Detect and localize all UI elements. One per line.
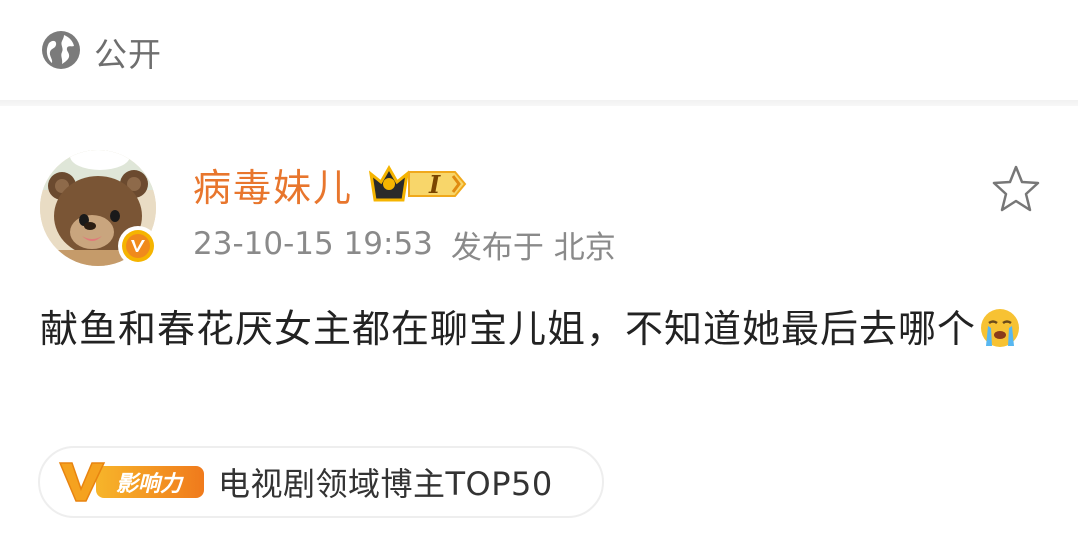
- influence-logo: 影响力: [58, 457, 208, 507]
- influence-label: 电视剧领域博主TOP50: [218, 465, 553, 503]
- post-timestamp: 23-10-15 19:53: [193, 226, 433, 262]
- post-text: 献鱼和春花厌女主都在聊宝儿姐，不知道她最后去哪个: [40, 307, 977, 351]
- weibo-post-screen: 公开 病毒妹儿 I 23-10-15 19:53 发布于 北京 献鱼和春花厌女主…: [0, 0, 1078, 550]
- section-divider: [0, 100, 1078, 106]
- influence-tag[interactable]: 影响力 电视剧领域博主TOP50: [38, 446, 604, 518]
- post-source: 发布于 北京: [450, 229, 616, 266]
- crown-level-badge[interactable]: I: [369, 162, 469, 206]
- star-outline-icon: [992, 165, 1040, 212]
- influence-logo-text: 影响力: [116, 472, 183, 497]
- post-body: 献鱼和春花厌女主都在聊宝儿姐，不知道她最后去哪个: [40, 298, 1040, 368]
- crown-icon: [369, 164, 467, 202]
- username[interactable]: 病毒妹儿: [193, 157, 353, 212]
- visibility-indicator[interactable]: 公开: [40, 28, 162, 76]
- globe-icon: [40, 29, 82, 75]
- level-badge-text: I: [429, 169, 441, 199]
- favorite-button[interactable]: [990, 163, 1042, 215]
- visibility-label: 公开: [94, 35, 162, 74]
- author-row: 病毒妹儿 I: [193, 158, 469, 210]
- crying-emoji: [978, 306, 1022, 368]
- verified-v-badge: [118, 226, 158, 266]
- post-meta: 23-10-15 19:53 发布于 北京: [193, 222, 616, 266]
